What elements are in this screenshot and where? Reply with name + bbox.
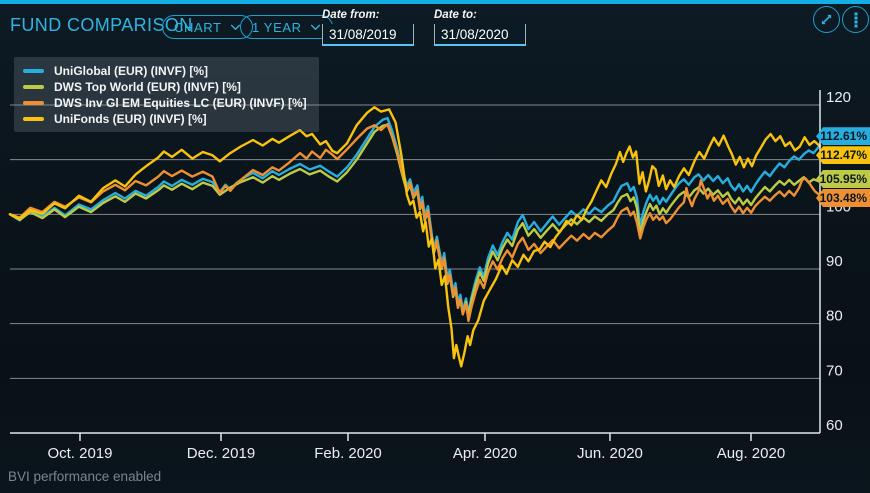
x-tick-label: Jun. 2020 xyxy=(577,445,643,462)
legend-color-dash xyxy=(23,117,44,121)
x-tick-label: Apr. 2020 xyxy=(453,445,517,462)
last-value-flag: 112.61% xyxy=(816,127,870,145)
chart-legend: UniGlobal (EUR) (INVF) [%] DWS Top World … xyxy=(14,57,319,132)
legend-label: UniGlobal (EUR) (INVF) [%] xyxy=(54,64,208,78)
y-tick-label: 60 xyxy=(826,417,843,434)
legend-color-dash xyxy=(23,101,44,105)
y-tick-label: 70 xyxy=(826,362,843,379)
last-value-flag: 103.48% xyxy=(816,189,870,207)
legend-item[interactable]: DWS Inv Gl EM Equities LC (EUR) (INVF) [… xyxy=(23,95,307,111)
x-tick-label: Dec. 2019 xyxy=(187,445,255,462)
last-value-flag: 105.95% xyxy=(816,170,870,188)
series-line-3[interactable] xyxy=(10,107,820,366)
legend-item[interactable]: UniGlobal (EUR) (INVF) [%] xyxy=(23,63,307,79)
y-tick-label: 90 xyxy=(826,253,843,270)
legend-label: DWS Inv Gl EM Equities LC (EUR) (INVF) [… xyxy=(54,96,307,110)
y-tick-label: 120 xyxy=(826,89,851,106)
legend-color-dash xyxy=(23,85,44,89)
legend-item[interactable]: DWS Top World (EUR) (INVF) [%] xyxy=(23,79,307,95)
bvi-performance-note: BVI performance enabled xyxy=(8,469,161,484)
legend-item[interactable]: UniFonds (EUR) (INVF) [%] xyxy=(23,111,307,127)
y-tick-label: 80 xyxy=(826,308,843,325)
x-tick-label: Oct. 2019 xyxy=(47,445,112,462)
last-value-flag: 112.47% xyxy=(816,146,870,164)
x-tick-label: Feb. 2020 xyxy=(314,445,382,462)
legend-color-dash xyxy=(23,69,44,73)
x-tick-label: Aug. 2020 xyxy=(717,445,785,462)
legend-label: DWS Top World (EUR) (INVF) [%] xyxy=(54,80,241,94)
legend-label: UniFonds (EUR) (INVF) [%] xyxy=(54,112,207,126)
